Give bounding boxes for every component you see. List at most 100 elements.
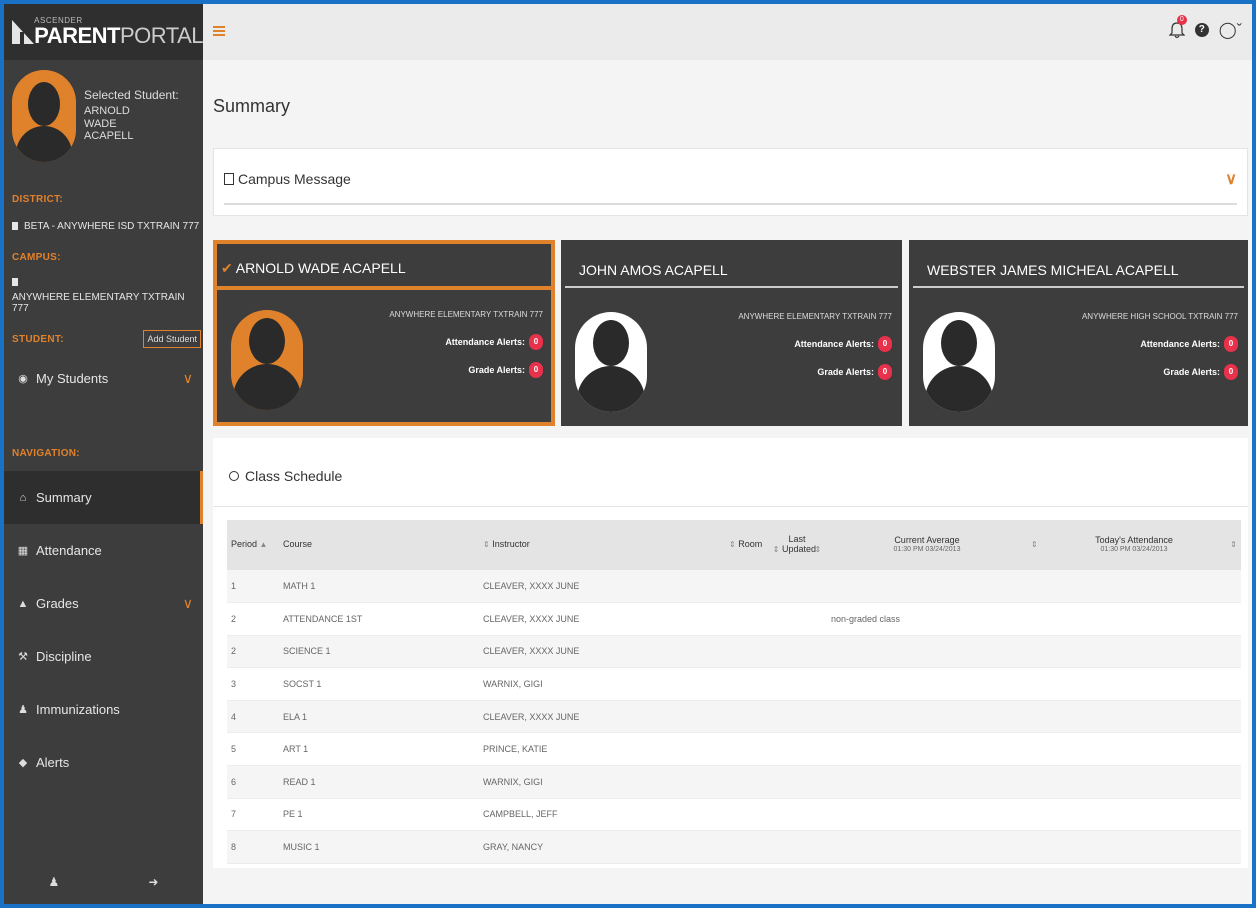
table-row[interactable]: 2 ATTENDANCE 1ST CLEAVER, XXXX JUNE non-gra…: [227, 603, 1241, 636]
class-schedule-panel: Class Schedule Period ▲ Course ⇕ Instruc…: [213, 438, 1248, 868]
grade-alert-badge[interactable]: 0: [878, 364, 892, 380]
selected-student-text: Selected Student: ARNOLD WADE ACAPELL: [84, 88, 179, 143]
bell-icon: ◆: [18, 757, 28, 769]
my-students-toggle[interactable]: ◉ My Students ∨: [4, 348, 203, 408]
attendance-alerts-label: Attendance Alerts:: [1140, 339, 1220, 349]
row-period: 3: [231, 679, 237, 690]
attendance-alert-badge[interactable]: 0: [1224, 336, 1238, 352]
nav-attendance[interactable]: ▦ Attendance: [4, 524, 203, 577]
row-attendance: [1042, 798, 1227, 831]
nav-summary[interactable]: ⌂ Summary: [4, 471, 203, 524]
col-instructor[interactable]: ⇕ Instructor: [479, 520, 725, 570]
student-card-john[interactable]: JOHN AMOS ACAPELL ANYWHERE ELEMENTARY TX…: [561, 240, 902, 426]
attendance-alert-badge[interactable]: 0: [878, 336, 892, 352]
grade-alerts: Grade Alerts: 0: [817, 364, 892, 380]
row-course: ATTENDANCE 1ST: [283, 613, 363, 624]
row-room: [725, 700, 767, 733]
col-sort-end[interactable]: ⇕: [1226, 520, 1241, 570]
table-row[interactable]: 3 SOCST 1 WARNIX, GIGI: [227, 668, 1241, 701]
class-schedule-title: Class Schedule: [229, 468, 342, 484]
ascender-logo-icon: [12, 20, 35, 44]
col-sort-spacer[interactable]: ⇕: [1027, 520, 1042, 570]
sidebar: ASCENDER PARENTPORTAL Selected Student: …: [4, 4, 204, 904]
col-last-updated[interactable]: ⇕ Last Updated ⇕: [767, 520, 827, 570]
row-room: [725, 831, 767, 864]
row-course: ART 1: [283, 744, 309, 755]
row-course: MUSIC 1: [283, 842, 320, 853]
class-schedule-table: Period ▲ Course ⇕ Instructor ⇕ Room ⇕ La…: [227, 520, 1241, 864]
chevron-down-icon: ∨: [182, 595, 193, 611]
grade-alert-badge[interactable]: 0: [529, 362, 543, 378]
col-todays-attendance[interactable]: Today's Attendance 01:30 PM 03/24/2013: [1042, 520, 1227, 570]
brand-logo[interactable]: ASCENDER PARENTPORTAL: [4, 4, 204, 60]
row-period: 7: [231, 809, 237, 820]
selected-student-avatar: [12, 70, 76, 162]
navigation-label: NAVIGATION:: [12, 448, 80, 459]
help-icon[interactable]: ?: [1194, 23, 1209, 37]
row-period: 2: [231, 646, 237, 657]
users-icon: ◉: [18, 372, 28, 385]
student-name: ARNOLD WADE ACAPELL: [235, 260, 406, 276]
chevron-down-icon: ∨: [182, 369, 193, 386]
row-last-updated: [767, 798, 827, 831]
col-room[interactable]: ⇕ Room: [725, 520, 767, 570]
table-row[interactable]: 7 PE 1 CAMPBELL, JEFF: [227, 798, 1241, 831]
table-row[interactable]: 5 ART 1 PRINCE, KATIE: [227, 733, 1241, 766]
notifications-bell-icon[interactable]: 0: [1168, 15, 1187, 39]
hamburger-menu-icon[interactable]: [213, 26, 225, 36]
building-icon: [12, 278, 18, 286]
table-row[interactable]: 1 MATH 1 CLEAVER, XXXX JUNE: [227, 570, 1241, 603]
nav-grades[interactable]: ▲ Grades ∨: [4, 577, 203, 630]
table-row[interactable]: 2 SCIENCE 1 CLEAVER, XXXX JUNE: [227, 635, 1241, 668]
logout-icon[interactable]: ➜: [148, 875, 158, 889]
nav-alerts-label: Alerts: [36, 755, 70, 770]
attendance-alerts: Attendance Alerts: 0: [445, 334, 543, 350]
profile-icon[interactable]: ♟: [49, 875, 60, 889]
col-current-average[interactable]: Current Average 01:30 PM 03/24/2013: [827, 520, 1027, 570]
attendance-alert-badge[interactable]: 0: [529, 334, 543, 350]
row-course: MATH 1: [283, 581, 316, 592]
grade-alert-badge[interactable]: 0: [1224, 364, 1238, 380]
table-row[interactable]: 8 MUSIC 1 GRAY, NANCY: [227, 830, 1241, 864]
col-last-updated-label: Last Updated: [782, 534, 817, 554]
nav-alerts[interactable]: ◆ Alerts: [4, 736, 203, 789]
row-period: 2: [231, 613, 237, 624]
nav-attendance-label: Attendance: [36, 543, 102, 558]
student-row: STUDENT: Add Student: [4, 330, 203, 348]
row-room: [725, 766, 767, 799]
top-bar: 0 ? ◯ˇ: [203, 4, 1252, 60]
campus-building-icon-row: [4, 277, 203, 288]
row-course: PE 1: [283, 809, 303, 820]
row-current-average: [827, 570, 1027, 603]
card-divider: [213, 286, 555, 290]
campus-message-divider: [224, 203, 1237, 205]
selected-student: Selected Student: ARNOLD WADE ACAPELL: [4, 60, 203, 172]
sort-icon: ⇕: [772, 545, 780, 554]
row-period: 8: [231, 842, 237, 853]
sort-icon: ⇕: [1230, 540, 1237, 550]
row-attendance: [1042, 831, 1227, 864]
nav-immunizations-label: Immunizations: [36, 702, 120, 717]
student-card-webster[interactable]: WEBSTER JAMES MICHEAL ACAPELL ANYWHERE H…: [909, 240, 1248, 426]
nav-discipline[interactable]: ⚒ Discipline: [4, 630, 203, 683]
row-last-updated: [767, 831, 827, 864]
chevron-down-icon[interactable]: ∨: [1225, 169, 1237, 189]
grade-alerts-label: Grade Alerts:: [1163, 367, 1220, 377]
user-menu-icon[interactable]: ◯ˇ: [1219, 20, 1242, 40]
student-card-arnold[interactable]: ✔ ARNOLD WADE ACAPELL ANYWHERE ELEMENTARY…: [213, 240, 555, 426]
nav-immunizations[interactable]: ♟ Immunizations: [4, 683, 203, 736]
col-period[interactable]: Period ▲: [227, 520, 279, 570]
col-course-label: Course: [283, 539, 313, 550]
campus-message-panel[interactable]: Campus Message ∨: [213, 148, 1248, 216]
row-current-average: [827, 700, 1027, 733]
check-icon: ✔: [221, 260, 233, 276]
row-current-average: [827, 766, 1027, 799]
notifications-badge: 0: [1176, 15, 1187, 25]
table-row[interactable]: 6 READ 1 WARNIX, GIGI: [227, 765, 1241, 799]
student-avatar: [575, 312, 647, 412]
col-course[interactable]: Course: [279, 520, 479, 570]
row-attendance: [1042, 733, 1227, 766]
table-row[interactable]: 4 ELA 1 CLEAVER, XXXX JUNE: [227, 700, 1241, 733]
add-student-button[interactable]: Add Student: [143, 330, 201, 348]
row-period: 1: [231, 581, 237, 592]
